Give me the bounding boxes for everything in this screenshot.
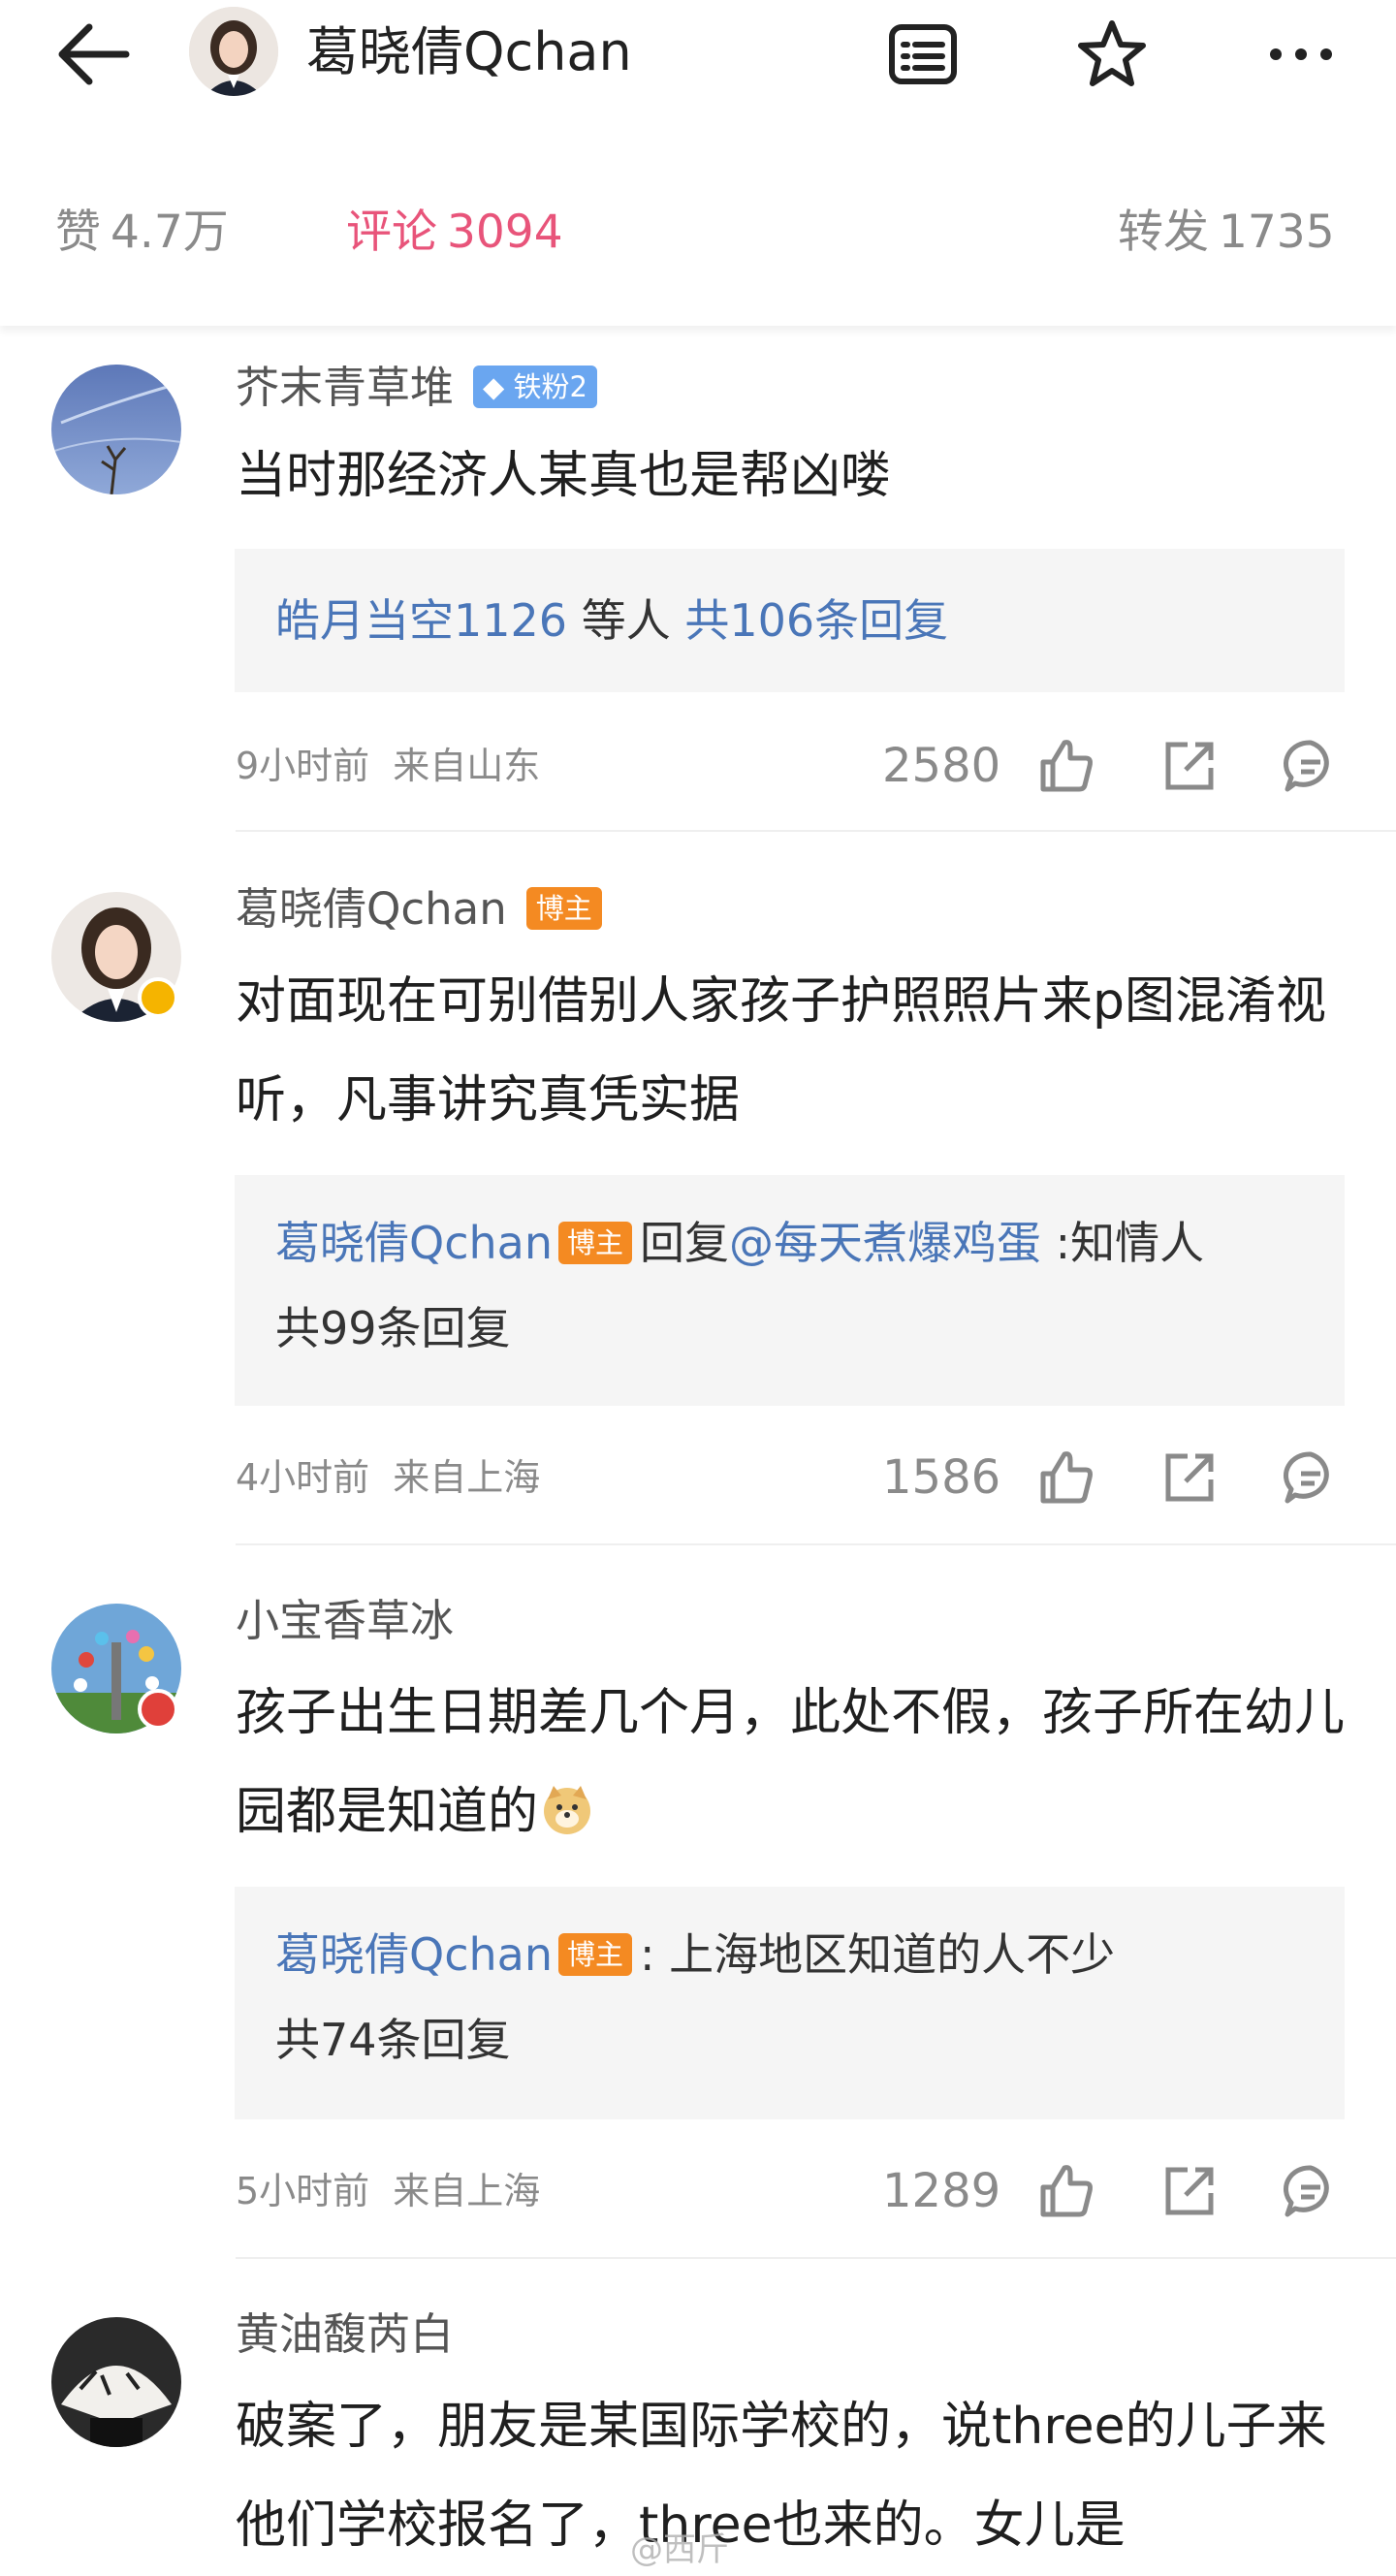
comment-username[interactable]: 黄油馥芮白 xyxy=(236,2307,454,2362)
reply-preview-line: 葛晓倩Qchan 博主: 上海地区知道的人不少 xyxy=(275,1912,1304,1997)
reply-username[interactable]: 葛晓倩Qchan xyxy=(275,1928,553,1981)
comment-location: 来自上海 xyxy=(393,1456,541,1499)
doge-emoji-icon xyxy=(544,1786,591,1834)
fan-badge-label: 铁粉2 xyxy=(513,370,587,403)
share-button[interactable] xyxy=(1158,1447,1221,1509)
divider xyxy=(236,2257,1396,2259)
reply-mention[interactable]: @每天煮爆鸡蛋 xyxy=(729,1217,1041,1269)
comment-location: 来自上海 xyxy=(393,2170,541,2212)
comment-icon xyxy=(1283,2165,1329,2217)
like-button[interactable] xyxy=(1035,735,1097,797)
thumbs-up-icon xyxy=(1040,1451,1093,1504)
comment-username[interactable]: 葛晓倩Qchan 博主 xyxy=(236,882,602,937)
comment-text: 破案了，朋友是某国际学校的，说three的儿子来他们学校报名了，three也来的… xyxy=(236,2398,1327,2555)
comment-button[interactable] xyxy=(1280,1447,1342,1509)
comment-username[interactable]: 小宝香草冰 xyxy=(236,1594,454,1648)
username-text: 黄油馥芮白 xyxy=(236,2308,455,2360)
username-text: 芥末青草堆 xyxy=(236,362,455,413)
comment-button[interactable] xyxy=(1280,2160,1342,2222)
favorite-button[interactable] xyxy=(1071,14,1153,95)
reply-text: :知情人 xyxy=(1055,1217,1205,1269)
comment-time: 5小时前 xyxy=(236,2170,370,2212)
comment-button[interactable] xyxy=(1280,735,1342,797)
host-badge: 博主 xyxy=(558,1221,633,1264)
comment-text: 对面现在可别借别人家孩子护照照片来p图混淆视听，凡事讲究真凭实据 xyxy=(236,972,1327,1129)
share-button[interactable] xyxy=(1158,735,1221,797)
host-badge: 博主 xyxy=(558,1932,633,1976)
back-arrow-icon xyxy=(58,23,130,85)
share-icon xyxy=(1165,1453,1214,1502)
like-button[interactable] xyxy=(1035,2160,1097,2222)
like-count: 2580 xyxy=(882,739,1001,793)
header-avatar[interactable] xyxy=(189,7,278,96)
more-icon xyxy=(1270,48,1332,60)
comments-label: 评论 xyxy=(346,206,437,259)
like-count: 1586 xyxy=(882,1450,1001,1505)
reply-preview-line: 皓月当空1126 等人 共106条回复 xyxy=(275,578,1304,663)
thumbs-up-icon xyxy=(1040,740,1093,792)
like-count: 1289 xyxy=(882,2164,1001,2218)
reply-preview[interactable]: 葛晓倩Qchan 博主: 上海地区知道的人不少 共74条回复 xyxy=(235,1887,1345,2119)
share-icon xyxy=(1165,742,1214,790)
reply-count[interactable]: 共74条回复 xyxy=(275,1997,1304,2083)
comments-tab[interactable]: 评论 3094 xyxy=(346,206,563,260)
comment-location: 来自山东 xyxy=(393,745,541,787)
comment-meta: 5小时前 来自上海 xyxy=(236,2166,540,2216)
likes-tab[interactable]: 赞 4.7万 xyxy=(55,206,229,260)
list-button[interactable] xyxy=(882,14,964,95)
reposts-tab[interactable]: 转发 1735 xyxy=(1118,206,1335,260)
stats-bar: 赞 4.7万 评论 3094 转发 1735 xyxy=(0,109,1396,326)
reposts-count: 1735 xyxy=(1219,206,1335,259)
avatar[interactable] xyxy=(51,365,181,494)
comment-text: 当时那经济人某真也是帮凶喽 xyxy=(236,447,892,505)
verified-icon xyxy=(138,1689,178,1730)
reply-preview[interactable]: 葛晓倩Qchan 博主 回复@每天煮爆鸡蛋 :知情人 共99条回复 xyxy=(235,1175,1345,1406)
comment-time: 4小时前 xyxy=(236,1456,370,1499)
verified-icon xyxy=(138,977,178,1018)
comment-time: 9小时前 xyxy=(236,745,370,787)
comment-icon xyxy=(1283,1451,1329,1504)
reply-preview[interactable]: 皓月当空1126 等人 共106条回复 xyxy=(235,549,1345,692)
reply-text: : 上海地区知道的人不少 xyxy=(640,1928,1116,1981)
comment-icon xyxy=(1283,740,1329,792)
reply-count[interactable]: 共106条回复 xyxy=(684,594,948,647)
username-text: 葛晓倩Qchan xyxy=(236,883,507,935)
comment-meta: 4小时前 来自上海 xyxy=(236,1452,540,1503)
reply-preview-line: 葛晓倩Qchan 博主 回复@每天煮爆鸡蛋 :知情人 xyxy=(275,1200,1304,1286)
share-button[interactable] xyxy=(1158,2160,1221,2222)
reply-action: 回复 xyxy=(640,1217,730,1269)
comment-meta: 9小时前 来自山东 xyxy=(236,741,540,791)
comment-text-body: 孩子出生日期差几个月，此处不假，孩子所在幼儿园都是知道的 xyxy=(236,1684,1346,1841)
share-icon xyxy=(1165,2167,1214,2215)
divider xyxy=(236,1543,1396,1545)
comment-text: 孩子出生日期差几个月，此处不假，孩子所在幼儿园都是知道的 xyxy=(236,1664,1350,1861)
like-button[interactable] xyxy=(1035,1447,1097,1509)
list-icon xyxy=(889,24,957,84)
thumbs-up-icon xyxy=(1040,2165,1093,2217)
reply-username[interactable]: 葛晓倩Qchan xyxy=(275,1217,553,1269)
reposts-label: 转发 xyxy=(1118,206,1209,259)
back-button[interactable] xyxy=(50,14,143,95)
fan-badge: ◆ 铁粉2 xyxy=(473,366,597,408)
likes-count: 4.7万 xyxy=(111,206,229,259)
more-button[interactable] xyxy=(1260,14,1342,95)
username-text: 小宝香草冰 xyxy=(236,1595,455,1646)
avatar[interactable] xyxy=(51,2317,181,2447)
reply-mid-text: 等人 xyxy=(581,594,671,647)
comment-username[interactable]: 芥末青草堆 ◆ 铁粉2 xyxy=(236,361,597,415)
page-title: 葛晓倩Qchan xyxy=(306,21,632,82)
reply-username[interactable]: 皓月当空1126 xyxy=(275,594,567,647)
star-icon xyxy=(1078,20,1146,86)
reply-count[interactable]: 共99条回复 xyxy=(275,1286,1304,1371)
host-badge: 博主 xyxy=(525,887,602,930)
watermark: @西斤 xyxy=(630,2530,729,2569)
divider xyxy=(236,830,1396,832)
comments-count: 3094 xyxy=(447,206,563,259)
top-bar: 葛晓倩Qchan xyxy=(0,0,1396,109)
likes-label: 赞 xyxy=(55,206,101,259)
